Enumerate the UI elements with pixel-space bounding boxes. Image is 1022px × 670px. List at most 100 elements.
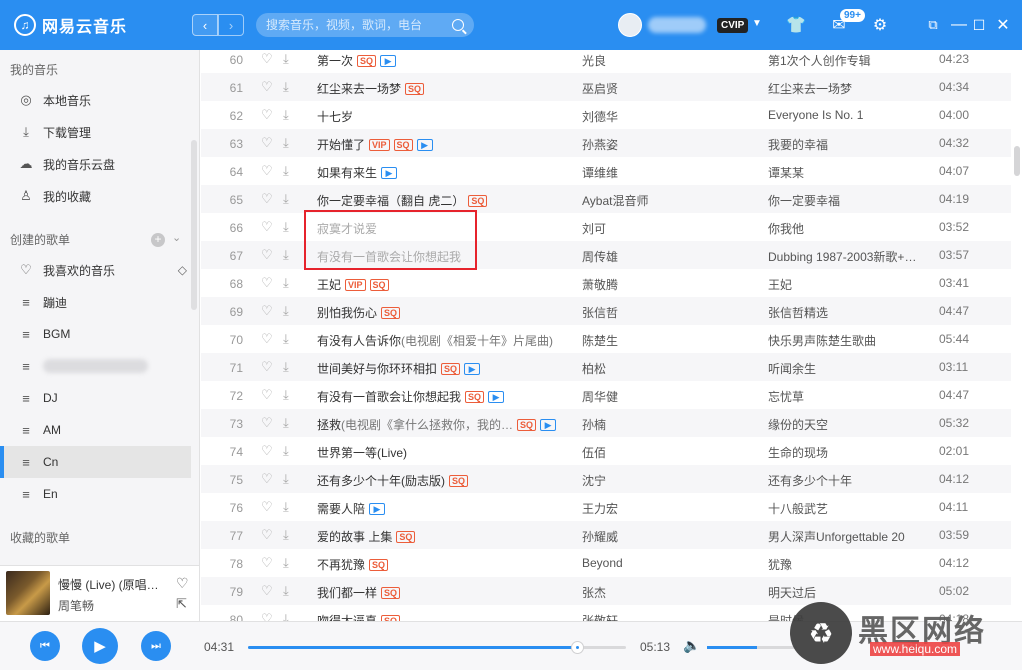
song-title[interactable]: 还有多少个十年(励志版) SQ (317, 472, 565, 489)
download-icon[interactable]: ⤓ (283, 611, 289, 621)
table-row[interactable]: 75 ♡ ⤓ 还有多少个十年(励志版) SQ 沈宁 还有多少个十年 04:12 (201, 465, 1011, 493)
download-icon[interactable]: ⤓ (283, 527, 289, 543)
song-artist[interactable]: 张杰 (582, 584, 742, 601)
song-artist[interactable]: Aybat混音师 (582, 192, 742, 209)
table-row[interactable]: 63 ♡ ⤓ 开始懂了 VIP SQ ▶ 孙燕姿 我要的幸福 04:32 (201, 129, 1011, 157)
song-title[interactable]: 有没有一首歌会让你想起我 (317, 248, 565, 265)
play-button[interactable]: ▶ (82, 628, 118, 664)
table-row[interactable]: 62 ♡ ⤓ 十七岁 刘德华 Everyone Is No. 1 04:00 (201, 101, 1011, 129)
like-icon[interactable]: ♡ (261, 191, 273, 207)
progress-handle[interactable] (570, 641, 584, 654)
like-icon[interactable]: ♡ (261, 471, 273, 487)
song-album[interactable]: 王妃 (768, 276, 926, 293)
like-icon[interactable]: ♡ (261, 247, 273, 263)
download-icon[interactable]: ⤓ (283, 555, 289, 571)
download-icon[interactable]: ⤓ (283, 163, 289, 179)
download-icon[interactable]: ⤓ (283, 191, 289, 207)
sidebar-item-local-music[interactable]: ◎ 本地音乐 (0, 84, 191, 116)
download-icon[interactable]: ⤓ (283, 331, 289, 347)
song-artist[interactable]: 周华健 (582, 388, 742, 405)
mv-icon[interactable]: ▶ (381, 166, 398, 179)
app-logo[interactable]: ♫ 网易云音乐 (14, 12, 127, 38)
song-title[interactable]: 有没有一首歌会让你想起我 SQ ▶ (317, 388, 565, 405)
download-icon[interactable]: ⤓ (283, 51, 289, 67)
back-button[interactable]: ‹ (192, 14, 218, 36)
volume-slider[interactable] (707, 646, 797, 649)
song-title[interactable]: 世间美好与你环环相扣 SQ ▶ (317, 360, 565, 377)
song-title[interactable]: 寂寞才说爱 (317, 220, 565, 237)
table-row[interactable]: 70 ♡ ⤓ 有没有人告诉你 (电视剧《相爱十年》片尾曲) 陈楚生 快乐男声陈楚生歌曲 05… (201, 325, 1011, 353)
vip-badge[interactable]: CVIP (717, 18, 749, 33)
download-icon[interactable]: ⤓ (283, 79, 289, 95)
table-row[interactable]: 71 ♡ ⤓ 世间美好与你环环相扣 SQ ▶ 柏松 听闻余生 03:11 (201, 353, 1011, 381)
song-title[interactable]: 王妃 VIP SQ (317, 276, 565, 293)
like-icon[interactable]: ♡ (261, 163, 273, 179)
like-icon[interactable]: ♡ (261, 219, 273, 235)
sidebar-item-liked-music[interactable]: ♡ 我喜欢的音乐 ◇ (0, 254, 191, 286)
now-playing-title[interactable]: 慢慢 (Live) (原唱：张学友) (58, 576, 170, 593)
download-icon[interactable]: ⤓ (283, 275, 289, 291)
song-artist[interactable]: 王力宏 (582, 500, 742, 517)
table-row[interactable]: 72 ♡ ⤓ 有没有一首歌会让你想起我 SQ ▶ 周华健 忘忧草 04:47 (201, 381, 1011, 409)
song-title[interactable]: 你一定要幸福（翻自 虎二） SQ (317, 192, 565, 209)
like-icon[interactable]: ♡ (261, 387, 273, 403)
song-artist[interactable]: Beyond (582, 556, 742, 570)
like-icon[interactable]: ♡ (176, 575, 189, 592)
table-row[interactable]: 68 ♡ ⤓ 王妃 VIP SQ 萧敬腾 王妃 03:41 (201, 269, 1011, 297)
song-title[interactable]: 拯救 (电视剧《拿什么拯救你，我的… SQ ▶ (317, 416, 565, 433)
download-icon[interactable]: ⤓ (283, 387, 289, 403)
sidebar-item-playlist[interactable]: ≡ BGM (0, 318, 191, 350)
mv-icon[interactable]: ▶ (488, 390, 505, 403)
song-title[interactable]: 吻得太逼真 SQ (317, 612, 565, 621)
song-title[interactable]: 世界第一等(Live) (317, 444, 565, 461)
like-icon[interactable]: ♡ (261, 331, 273, 347)
chevron-down-icon[interactable]: ▼ (752, 18, 762, 29)
sidebar-item-playlist[interactable]: ≡ (0, 350, 191, 382)
song-album[interactable]: 忘忧草 (768, 388, 926, 405)
song-artist[interactable]: 萧敬腾 (582, 276, 742, 293)
download-icon[interactable]: ⤓ (283, 247, 289, 263)
song-artist[interactable]: 周传雄 (582, 248, 742, 265)
song-album[interactable]: 十八般武艺 (768, 500, 926, 517)
skin-icon[interactable]: 👕 (785, 14, 807, 36)
like-icon[interactable]: ♡ (261, 499, 273, 515)
song-album[interactable]: 犹豫 (768, 556, 926, 573)
table-row[interactable]: 61 ♡ ⤓ 红尘来去一场梦 SQ 巫启贤 红尘来去一场梦 04:34 (201, 73, 1011, 101)
song-title[interactable]: 第一次 SQ ▶ (317, 52, 565, 69)
heartbeat-mode-icon[interactable]: ◇ (178, 263, 187, 277)
table-row[interactable]: 74 ♡ ⤓ 世界第一等(Live) 伍佰 生命的现场 02:01 (201, 437, 1011, 465)
like-icon[interactable]: ♡ (261, 275, 273, 291)
volume-icon[interactable]: 🔈 (683, 637, 700, 654)
mv-icon[interactable]: ▶ (369, 502, 386, 515)
search-input[interactable] (266, 18, 452, 32)
username-blurred[interactable] (648, 17, 706, 33)
song-album[interactable]: 缘份的天空 (768, 416, 926, 433)
song-album[interactable]: 快乐男声陈楚生歌曲 (768, 332, 926, 349)
song-artist[interactable]: 孙楠 (582, 416, 742, 433)
sidebar-scrollbar[interactable] (191, 140, 197, 310)
download-icon[interactable]: ⤓ (283, 499, 289, 515)
album-cover[interactable] (6, 571, 50, 615)
song-artist[interactable]: 光良 (582, 52, 742, 69)
like-icon[interactable]: ♡ (261, 135, 273, 151)
gear-icon[interactable]: ⚙ (869, 14, 891, 36)
table-row[interactable]: 73 ♡ ⤓ 拯救 (电视剧《拿什么拯救你，我的… SQ ▶ 孙楠 缘份的天空 05:32 (201, 409, 1011, 437)
song-album[interactable]: Everyone Is No. 1 (768, 108, 926, 122)
song-album[interactable]: Dubbing 1987-2003新歌+精选 (768, 248, 926, 265)
song-album[interactable]: 男人深声Unforgettable 20 (768, 528, 926, 545)
song-artist[interactable]: 刘德华 (582, 108, 742, 125)
download-icon[interactable]: ⤓ (283, 359, 289, 375)
song-album[interactable]: 我要的幸福 (768, 136, 926, 153)
song-album[interactable]: 你我他 (768, 220, 926, 237)
song-artist[interactable]: 沈宁 (582, 472, 742, 489)
song-artist[interactable]: 孙耀威 (582, 528, 742, 545)
maximize-icon[interactable]: ☐ (968, 14, 990, 36)
mv-icon[interactable]: ▶ (380, 54, 397, 67)
mv-icon[interactable]: ▶ (464, 362, 481, 375)
table-row[interactable]: 65 ♡ ⤓ 你一定要幸福（翻自 虎二） SQ Aybat混音师 你一定要幸福 04:19 (201, 185, 1011, 213)
like-icon[interactable]: ♡ (261, 611, 273, 621)
chevron-down-icon[interactable]: ⌄ (172, 231, 181, 244)
sidebar-item-playlist[interactable]: ≡ DJ (0, 382, 191, 414)
like-icon[interactable]: ♡ (261, 107, 273, 123)
like-icon[interactable]: ♡ (261, 555, 273, 571)
